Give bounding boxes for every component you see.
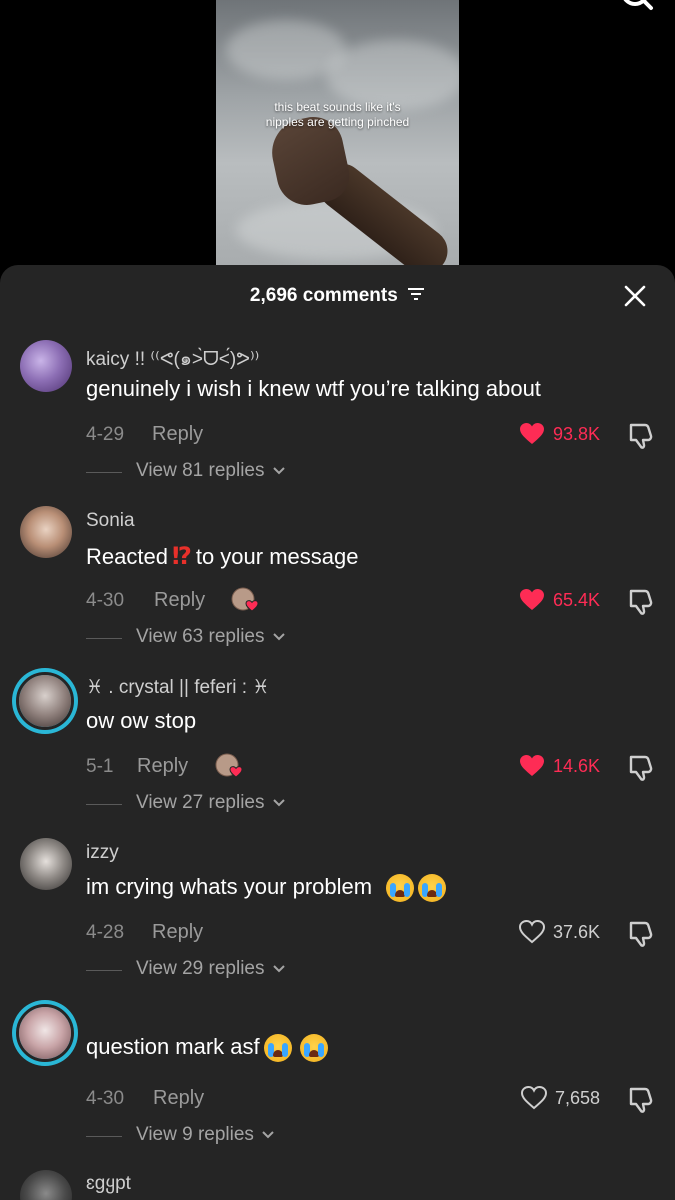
comment-text-part: Reacted — [86, 544, 168, 569]
dislike-icon[interactable] — [626, 587, 656, 617]
like-button[interactable]: 7,658 — [520, 1085, 600, 1112]
dislike-icon[interactable] — [626, 1085, 656, 1115]
comment-meta: 4-30 Reply 65.4K — [86, 586, 656, 617]
chevron-down-icon — [273, 633, 285, 641]
reply-button[interactable]: Reply — [137, 755, 188, 778]
crying-emoji — [418, 874, 447, 903]
divider — [86, 804, 122, 805]
heart-outline-icon — [520, 1085, 547, 1110]
divider — [86, 638, 122, 639]
avatar[interactable] — [20, 506, 72, 558]
divider — [86, 970, 122, 971]
heart-filled-icon — [519, 423, 544, 444]
dislike-icon[interactable] — [626, 753, 656, 783]
comment-text: question mark asf — [86, 1034, 328, 1063]
like-button[interactable]: 65.4K — [519, 588, 600, 614]
video-player[interactable]: this beat sounds like it's nipples are g… — [0, 0, 675, 290]
view-replies-label: View 27 replies — [136, 792, 265, 813]
crying-emoji — [386, 874, 415, 903]
comment-date: 5-1 — [86, 756, 114, 777]
view-replies-label: View 29 replies — [136, 958, 265, 979]
comment-username[interactable]: ɛgყpt — [86, 1172, 131, 1195]
view-replies-label: View 9 replies — [136, 1124, 254, 1145]
like-count: 37.6K — [552, 921, 600, 942]
comment-meta: 4-30 Reply 7,658 — [86, 1085, 656, 1115]
like-button[interactable]: 14.6K — [519, 754, 600, 780]
avatar[interactable] — [20, 1170, 72, 1200]
chevron-down-icon — [273, 965, 285, 973]
comment-username[interactable]: Sonia — [86, 510, 135, 532]
heart-filled-icon — [519, 589, 544, 610]
comment-date: 4-28 — [86, 922, 125, 943]
avatar[interactable] — [12, 668, 78, 734]
comments-sheet: 2,696 comments kaicy !! ⁽⁽ᕙ(๑˃̀ᗜ˂́)ᕗ⁾⁾ g… — [0, 265, 675, 1200]
close-icon[interactable] — [623, 284, 647, 308]
filter-icon[interactable] — [407, 287, 425, 301]
chevron-down-icon — [273, 799, 285, 807]
comment-text-part: to your message — [195, 544, 359, 569]
chevron-down-icon — [273, 467, 285, 475]
comment-meta: 4-28 Reply 37.6K — [86, 919, 656, 949]
reply-button[interactable]: Reply — [152, 423, 203, 446]
video-caption: this beat sounds like it's nipples are g… — [216, 100, 459, 130]
comment-date: 4-30 — [86, 590, 125, 611]
dislike-icon[interactable] — [626, 919, 656, 949]
creator-liked-icon — [230, 586, 262, 614]
like-count: 14.6K — [552, 755, 600, 776]
heart-outline-icon — [518, 919, 545, 944]
comment-username[interactable]: izzy — [86, 842, 119, 864]
like-count: 7,658 — [554, 1087, 600, 1108]
view-replies-label: View 63 replies — [136, 626, 265, 647]
comment-text-part: question mark asf — [86, 1034, 260, 1059]
like-count: 65.4K — [552, 589, 600, 610]
view-replies-label: View 81 replies — [136, 460, 265, 481]
avatar[interactable] — [20, 340, 72, 392]
like-button[interactable]: 93.8K — [519, 422, 600, 448]
heart-filled-icon — [519, 755, 544, 776]
video-frame[interactable]: this beat sounds like it's nipples are g… — [216, 0, 459, 272]
reply-button[interactable]: Reply — [154, 589, 205, 612]
comment-meta: 5-1 Reply 14.6K — [86, 752, 656, 783]
comment-text: im crying whats your problem — [86, 874, 447, 903]
reply-button[interactable]: Reply — [152, 921, 203, 944]
like-button[interactable]: 37.6K — [518, 919, 600, 946]
comment-date: 4-30 — [86, 1088, 125, 1109]
comments-header: 2,696 comments — [0, 265, 675, 331]
interrobang-emoji: ⁉ — [171, 543, 192, 570]
search-icon[interactable] — [617, 0, 657, 20]
crying-emoji — [299, 1034, 328, 1063]
comment-username[interactable]: kaicy !! ⁽⁽ᕙ(๑˃̀ᗜ˂́)ᕗ⁾⁾ — [86, 344, 259, 374]
like-count: 93.8K — [552, 423, 600, 444]
video-caption-line-2: nipples are getting pinched — [265, 115, 410, 129]
crying-emoji — [263, 1034, 292, 1063]
comment-date: 4-29 — [86, 424, 125, 445]
creator-liked-icon — [214, 752, 246, 780]
avatar[interactable] — [20, 838, 72, 890]
comment-text-part: im crying whats your problem — [86, 874, 373, 899]
comment-count-label: 2,696 comments — [249, 285, 398, 306]
comment-text: ow ow stop — [86, 708, 197, 733]
divider — [86, 1136, 122, 1137]
avatar[interactable] — [12, 1000, 78, 1066]
dislike-icon[interactable] — [626, 421, 656, 451]
comment-meta: 4-29 Reply 93.8K — [86, 421, 656, 451]
chevron-down-icon — [262, 1131, 274, 1139]
comment-username[interactable]: ♓ . crystal || feferi : ♓ — [86, 676, 269, 699]
comment-count[interactable]: 2,696 comments — [0, 285, 675, 307]
comment-text: Reacted ⁉ to your message — [86, 542, 358, 571]
reply-button[interactable]: Reply — [153, 1087, 204, 1110]
comment-text: genuinely i wish i knew wtf you’re talki… — [86, 376, 541, 401]
divider — [86, 472, 122, 473]
video-caption-line-1: this beat sounds like it's — [274, 100, 401, 114]
